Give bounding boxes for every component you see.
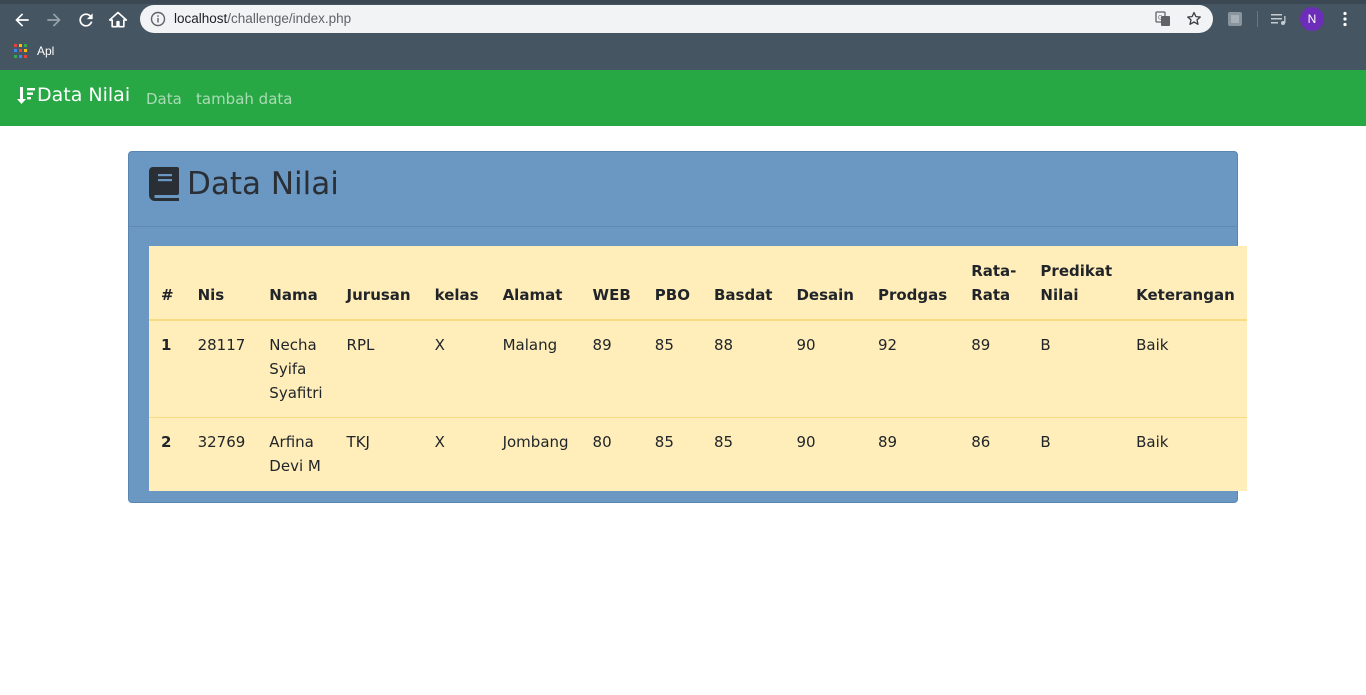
media-control-button[interactable] bbox=[1267, 8, 1291, 30]
table-cell: TKJ bbox=[334, 417, 423, 491]
data-card: Data Nilai # Nis Nama Jurusan kelas Alam… bbox=[128, 151, 1247, 503]
svg-text:G: G bbox=[1158, 15, 1163, 22]
table-header-row: # Nis Nama Jurusan kelas Alamat WEB PBO … bbox=[149, 246, 1247, 321]
table-row: 2 32769 Arfina Devi M TKJ X Jombang 80 8… bbox=[149, 417, 1247, 491]
forward-button[interactable] bbox=[41, 7, 67, 33]
extension-icon bbox=[1228, 12, 1242, 26]
table-cell: B bbox=[1028, 319, 1125, 418]
table-cell: 89 bbox=[959, 319, 1029, 418]
back-button[interactable] bbox=[9, 7, 35, 33]
table-cell: 32769 bbox=[185, 417, 258, 491]
nilai-table: # Nis Nama Jurusan kelas Alamat WEB PBO … bbox=[149, 246, 1247, 491]
table-cell: Arfina Devi M bbox=[257, 417, 335, 491]
table-cell: 88 bbox=[701, 319, 785, 418]
table-cell: 80 bbox=[580, 417, 643, 491]
table-cell: Jombang bbox=[490, 417, 581, 491]
table-cell: 85 bbox=[701, 417, 785, 491]
reload-button[interactable] bbox=[73, 7, 99, 33]
table-row: 1 28117 Necha Syifa Syafitri RPL X Malan… bbox=[149, 319, 1247, 418]
extension-button[interactable] bbox=[1223, 8, 1247, 30]
table-cell: 86 bbox=[959, 417, 1029, 491]
playlist-icon bbox=[1271, 14, 1286, 25]
column-header: Nis bbox=[185, 246, 258, 321]
card-title: Data Nilai bbox=[149, 166, 339, 202]
translate-icon[interactable]: G bbox=[1155, 11, 1171, 27]
column-header: Basdat bbox=[701, 246, 785, 321]
url-host: localhost bbox=[174, 11, 228, 26]
table-cell: X bbox=[422, 417, 491, 491]
table-cell: B bbox=[1028, 417, 1125, 491]
table-cell: 1 bbox=[149, 319, 186, 418]
apps-shortcut[interactable]: Apl bbox=[14, 44, 54, 58]
apps-grid-icon bbox=[14, 44, 28, 58]
reload-icon bbox=[79, 13, 93, 27]
column-header: # bbox=[149, 246, 186, 321]
table-cell: X bbox=[422, 319, 491, 418]
table-cell: 90 bbox=[784, 319, 866, 418]
url-text[interactable]: localhost/challenge/index.php bbox=[174, 11, 351, 26]
more-vertical-icon bbox=[1343, 11, 1347, 27]
apps-label: Apl bbox=[37, 44, 55, 58]
arrow-right-icon bbox=[47, 13, 61, 27]
nav-link-tambah-data[interactable]: tambah data bbox=[196, 90, 292, 108]
column-header: Predikat Nilai bbox=[1028, 246, 1125, 321]
column-header: Nama bbox=[257, 246, 335, 321]
browser-chrome: localhost/challenge/index.php G N Apl bbox=[0, 0, 1366, 70]
table-cell: 89 bbox=[580, 319, 643, 418]
info-icon[interactable] bbox=[150, 11, 166, 27]
home-button[interactable] bbox=[105, 7, 131, 33]
column-header: kelas bbox=[422, 246, 491, 321]
column-header: Jurusan bbox=[334, 246, 423, 321]
star-icon[interactable] bbox=[1186, 11, 1202, 27]
home-icon bbox=[108, 11, 128, 28]
column-header: PBO bbox=[642, 246, 702, 321]
table-cell: Malang bbox=[490, 319, 581, 418]
table-cell: 89 bbox=[865, 417, 960, 491]
column-header: WEB bbox=[580, 246, 643, 321]
sort-amount-down-icon bbox=[17, 87, 35, 104]
column-header: Alamat bbox=[490, 246, 581, 321]
card-title-label: Data Nilai bbox=[187, 166, 339, 202]
address-bar[interactable]: localhost/challenge/index.php G bbox=[140, 5, 1213, 33]
column-header: Keterangan bbox=[1124, 246, 1247, 321]
book-icon bbox=[149, 167, 179, 201]
table-cell: Baik bbox=[1124, 417, 1247, 491]
table-cell: RPL bbox=[334, 319, 423, 418]
column-header: Desain bbox=[784, 246, 866, 321]
column-header: Rata-Rata bbox=[959, 246, 1029, 321]
toolbar-divider bbox=[1257, 11, 1258, 27]
navbar-brand[interactable]: Data Nilai bbox=[16, 84, 130, 106]
arrow-left-icon bbox=[15, 13, 29, 27]
table-cell: 85 bbox=[642, 319, 702, 418]
tab-strip-edge bbox=[0, 0, 1366, 4]
url-path: /challenge/index.php bbox=[227, 11, 352, 26]
table-cell: Necha Syifa Syafitri bbox=[257, 319, 335, 418]
navbar: Data Nilai Data tambah data bbox=[0, 70, 1366, 126]
profile-avatar[interactable]: N bbox=[1300, 7, 1324, 31]
brand-label: Data Nilai bbox=[37, 84, 131, 106]
table-cell: 92 bbox=[865, 319, 960, 418]
table-cell: Baik bbox=[1124, 319, 1247, 418]
table-cell: 90 bbox=[784, 417, 866, 491]
table-cell: 28117 bbox=[185, 319, 258, 418]
browser-menu-button[interactable] bbox=[1333, 8, 1357, 30]
column-header: Prodgas bbox=[865, 246, 960, 321]
nav-link-data[interactable]: Data bbox=[146, 90, 182, 108]
card-header: Data Nilai bbox=[129, 152, 1237, 227]
bookmarks-bar: Apl bbox=[0, 38, 1366, 70]
table-cell: 85 bbox=[642, 417, 702, 491]
table-cell: 2 bbox=[149, 417, 186, 491]
